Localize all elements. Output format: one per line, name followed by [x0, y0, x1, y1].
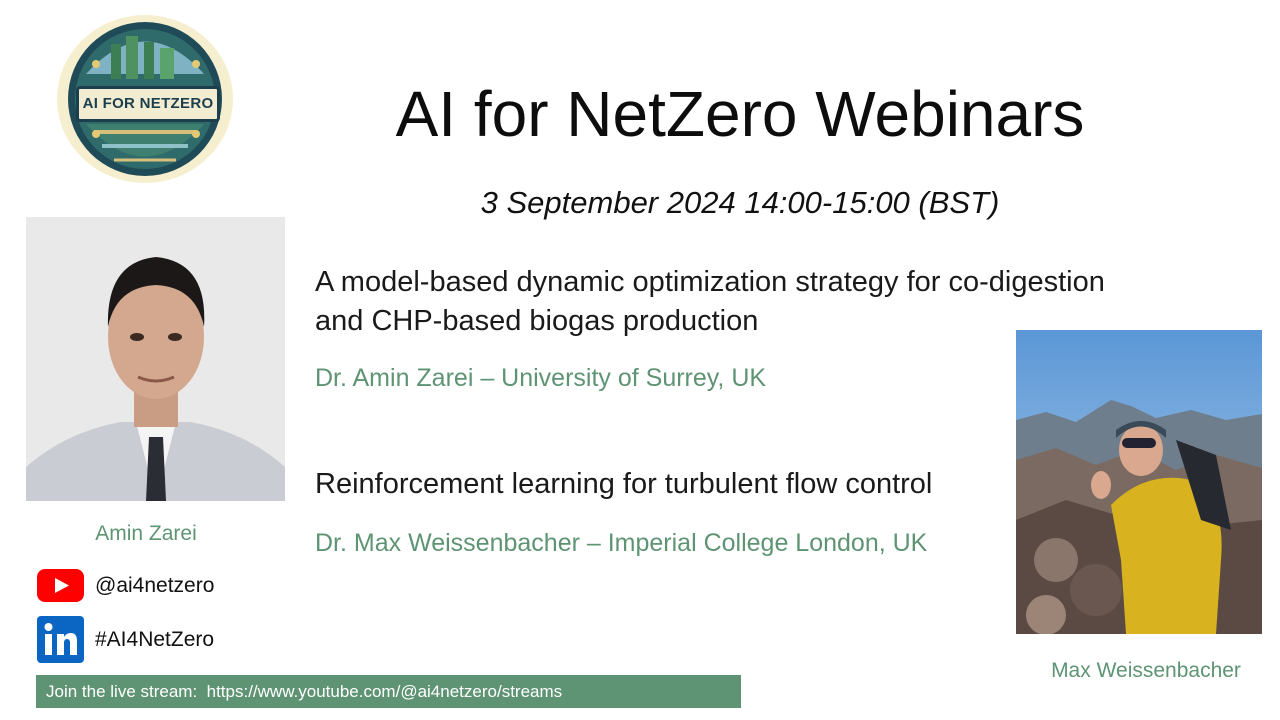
talk2-title: Reinforcement learning for turbulent flo…	[315, 468, 933, 500]
speaker-photo-amin	[26, 217, 285, 501]
event-date: 3 September 2024 14:00-15:00 (BST)	[480, 185, 1000, 220]
linkedin-icon[interactable]	[37, 616, 84, 663]
youtube-handle[interactable]: @ai4netzero	[95, 574, 214, 598]
talk2-speaker: Dr. Max Weissenbacher – Imperial College…	[315, 529, 928, 557]
youtube-icon[interactable]	[37, 569, 84, 602]
caption-max: Max Weissenbacher	[1051, 659, 1241, 682]
speaker-photo-max	[1016, 330, 1262, 634]
live-stream-link[interactable]: Join the live stream: https://www.youtub…	[36, 675, 741, 708]
caption-amin: Amin Zarei	[95, 522, 197, 545]
talk1-speaker: Dr. Amin Zarei – University of Surrey, U…	[315, 364, 767, 392]
ai-for-netzero-logo: AI FOR NETZERO	[56, 14, 234, 184]
logo-text: AI FOR NETZERO	[76, 86, 220, 122]
talk1-title-line1: A model-based dynamic optimization strat…	[315, 266, 1105, 298]
page-title: AI for NetZero Webinars	[395, 78, 1085, 150]
linkedin-hashtag[interactable]: #AI4NetZero	[95, 628, 214, 652]
